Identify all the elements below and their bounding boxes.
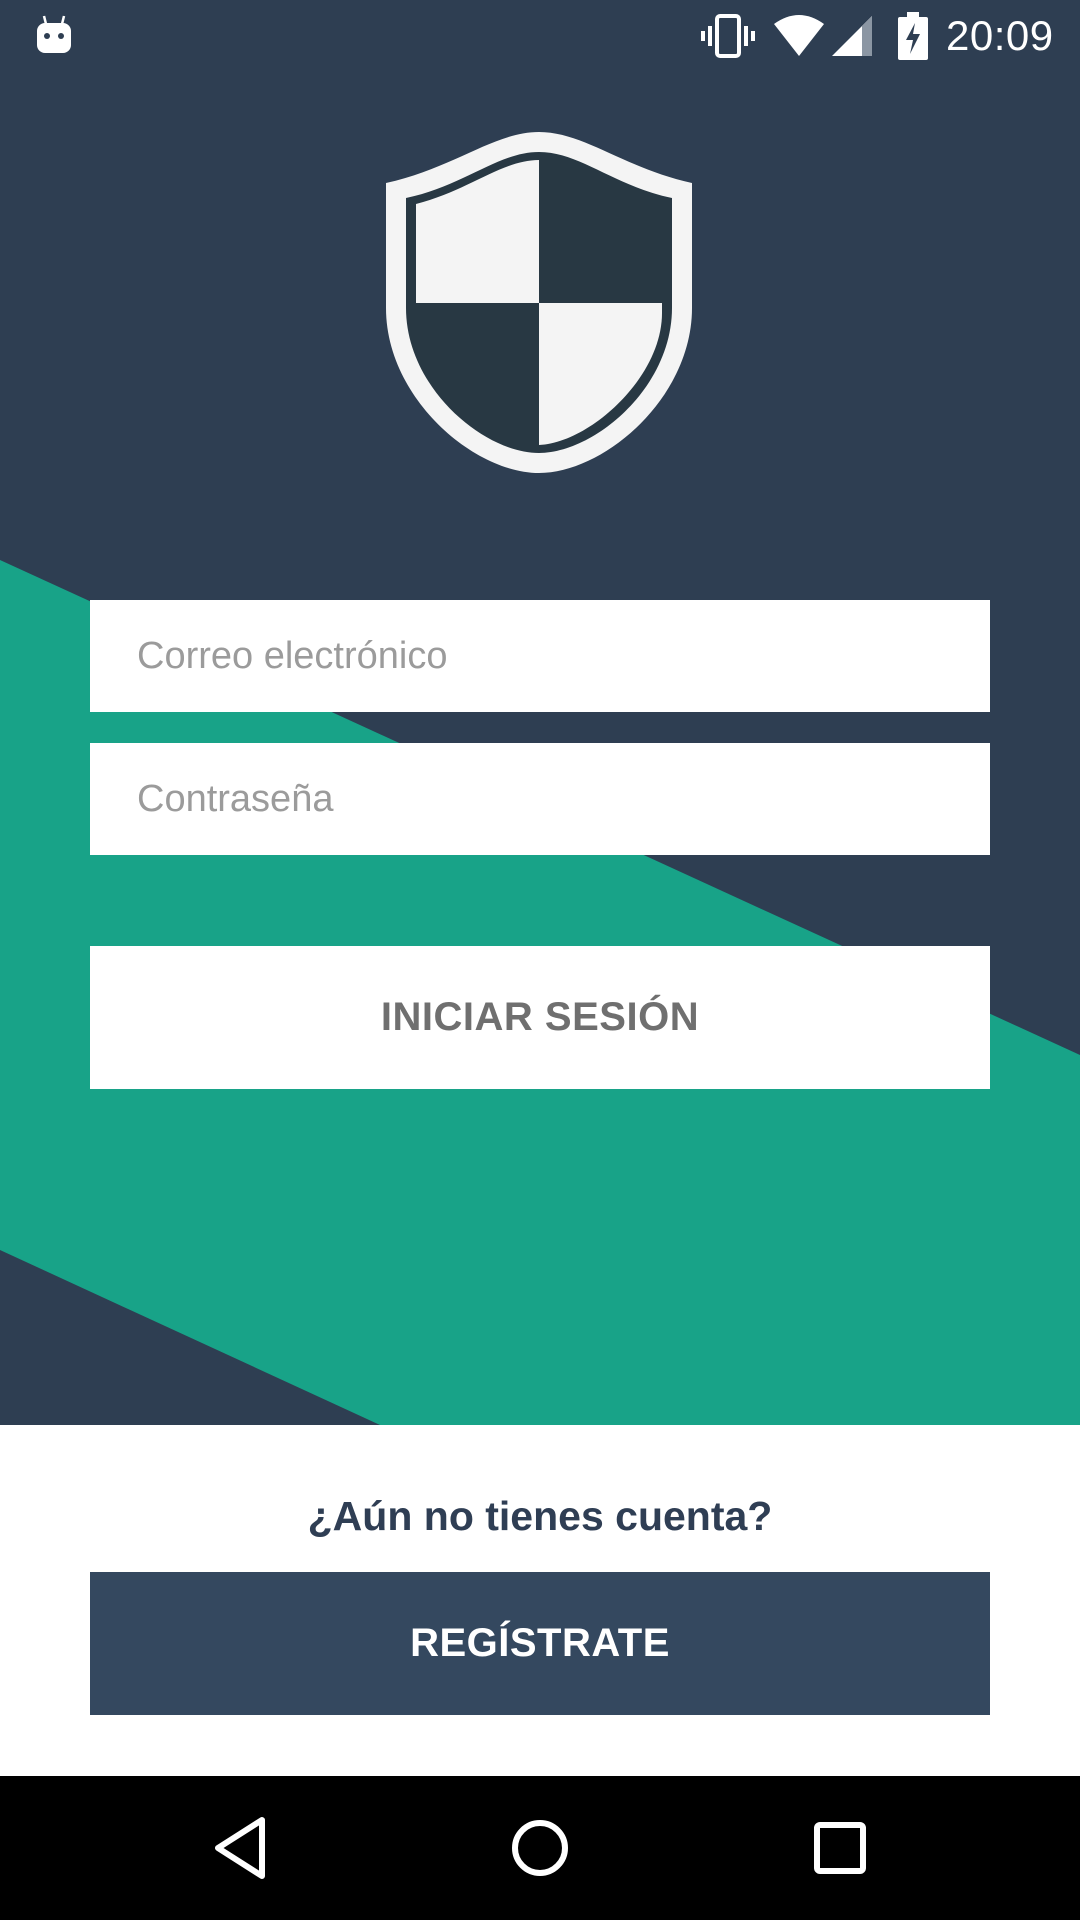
email-field[interactable] [90,599,990,713]
login-button[interactable]: INICIAR SESIÓN [90,946,990,1089]
vibrate-icon [701,14,755,58]
signal-icon [832,16,872,56]
recents-icon[interactable] [800,1808,880,1888]
shield-icon [386,132,692,473]
navigation-bar [0,1776,1080,1920]
register-panel: ¿Aún no tienes cuenta? REGÍSTRATE [0,1425,1080,1776]
status-bar: 20:09 [0,0,1080,72]
register-button[interactable]: REGÍSTRATE [90,1572,990,1715]
wifi-icon [774,15,824,56]
password-field[interactable] [90,742,990,856]
home-icon[interactable] [500,1808,580,1888]
email-input[interactable] [135,599,990,713]
back-icon[interactable] [200,1808,280,1888]
login-screen: 20:09 INICIAR SESIÓN ¿Aún no tienes cuen… [0,0,1080,1920]
no-account-prompt: ¿Aún no tienes cuenta? [307,1493,773,1539]
status-clock: 20:09 [946,12,1054,59]
password-input[interactable] [135,742,990,856]
battery-charging-icon [898,12,928,60]
android-notification-icon [37,15,71,53]
